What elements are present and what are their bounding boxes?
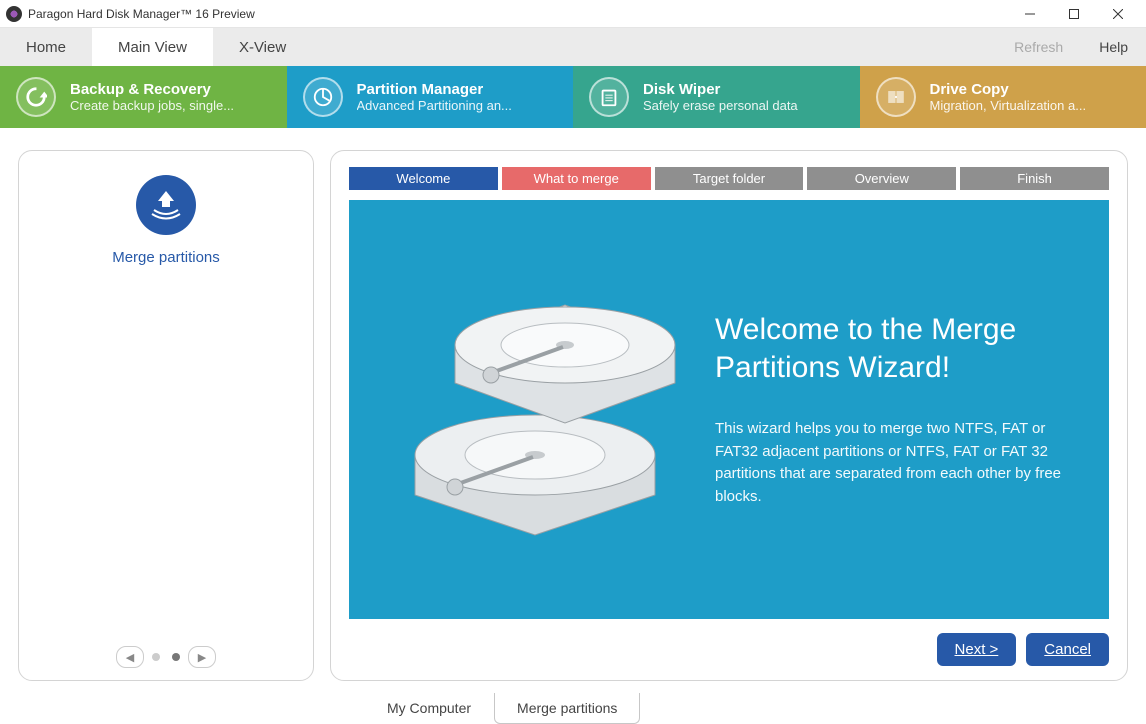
section-bar: Backup & Recovery Create backup jobs, si…: [0, 66, 1146, 128]
main-area: Merge partitions ◀ ▶ Welcome What to mer…: [0, 128, 1146, 693]
wizard-description: This wizard helps you to merge two NTFS,…: [715, 418, 1073, 508]
tab-main-view[interactable]: Main View: [92, 28, 213, 66]
close-icon: [1113, 9, 1123, 19]
minimize-icon: [1025, 9, 1035, 19]
section-partition-manager[interactable]: Partition Manager Advanced Partitioning …: [287, 66, 574, 128]
help-button[interactable]: Help: [1081, 28, 1146, 66]
maximize-button[interactable]: [1052, 0, 1096, 28]
menubar: Home Main View X-View Refresh Help: [0, 28, 1146, 66]
section-backup-recovery[interactable]: Backup & Recovery Create backup jobs, si…: [0, 66, 287, 128]
step-overview[interactable]: Overview: [807, 167, 956, 190]
copy-icon: [876, 77, 916, 117]
tab-home[interactable]: Home: [0, 28, 92, 66]
pager: ◀ ▶: [116, 646, 216, 668]
section-title: Disk Wiper: [643, 81, 798, 98]
wizard-title: Welcome to the Merge Partitions Wizard!: [715, 311, 1073, 386]
cancel-button[interactable]: Cancel: [1026, 633, 1109, 666]
refresh-button[interactable]: Refresh: [996, 28, 1081, 66]
step-finish[interactable]: Finish: [960, 167, 1109, 190]
disk-merge-illustration: [385, 275, 685, 545]
titlebar: Paragon Hard Disk Manager™ 16 Preview: [0, 0, 1146, 28]
section-subtitle: Advanced Partitioning an...: [357, 98, 512, 113]
pager-dot[interactable]: [152, 653, 160, 661]
wizard-buttons: Next > Cancel: [349, 633, 1109, 666]
pager-prev-button[interactable]: ◀: [116, 646, 144, 668]
operation-label[interactable]: Merge partitions: [112, 249, 220, 266]
section-drive-copy[interactable]: Drive Copy Migration, Virtualization a..…: [860, 66, 1146, 128]
window-title: Paragon Hard Disk Manager™ 16 Preview: [28, 7, 255, 21]
operation-panel: Merge partitions ◀ ▶: [18, 150, 314, 681]
step-target-folder[interactable]: Target folder: [655, 167, 804, 190]
section-subtitle: Safely erase personal data: [643, 98, 798, 113]
next-button[interactable]: Next >: [937, 633, 1017, 666]
maximize-icon: [1069, 9, 1079, 19]
pager-dot[interactable]: [172, 653, 180, 661]
section-title: Backup & Recovery: [70, 81, 234, 98]
bottom-tab-merge-partitions[interactable]: Merge partitions: [494, 693, 640, 724]
partition-icon: [303, 77, 343, 117]
merge-partitions-icon[interactable]: [136, 175, 196, 235]
section-title: Partition Manager: [357, 81, 512, 98]
wizard-body: Welcome to the Merge Partitions Wizard! …: [349, 200, 1109, 619]
section-disk-wiper[interactable]: Disk Wiper Safely erase personal data: [573, 66, 860, 128]
section-title: Drive Copy: [930, 81, 1087, 98]
backup-icon: [16, 77, 56, 117]
step-welcome[interactable]: Welcome: [349, 167, 498, 190]
wizard-panel: Welcome What to merge Target folder Over…: [330, 150, 1128, 681]
tab-x-view[interactable]: X-View: [213, 28, 312, 66]
pager-next-button[interactable]: ▶: [188, 646, 216, 668]
wiper-icon: [589, 77, 629, 117]
wizard-steps: Welcome What to merge Target folder Over…: [349, 167, 1109, 190]
bottom-tab-my-computer[interactable]: My Computer: [364, 693, 494, 724]
bottom-tabs: My Computer Merge partitions: [0, 693, 1146, 724]
close-button[interactable]: [1096, 0, 1140, 28]
section-subtitle: Migration, Virtualization a...: [930, 98, 1087, 113]
section-subtitle: Create backup jobs, single...: [70, 98, 234, 113]
minimize-button[interactable]: [1008, 0, 1052, 28]
step-what-to-merge[interactable]: What to merge: [502, 167, 651, 190]
app-icon: [6, 6, 22, 22]
